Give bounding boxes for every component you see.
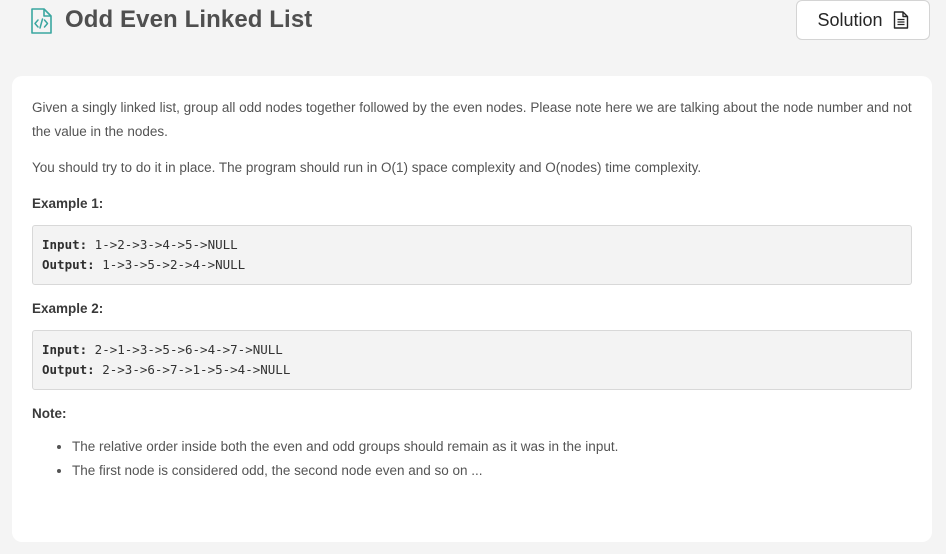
description-paragraph: Given a singly linked list, group all od…: [32, 100, 912, 139]
problem-description-card: Given a singly linked list, group all od…: [12, 76, 932, 542]
input-value: 2->1->3->5->6->4->7->NULL: [87, 342, 283, 357]
note-list: The relative order inside both the even …: [32, 435, 912, 483]
solution-button-label: Solution: [817, 9, 883, 30]
example-output-line: Output: 1->3->5->2->4->NULL: [42, 255, 902, 275]
output-label: Output:: [42, 257, 95, 272]
solution-button[interactable]: Solution: [796, 0, 930, 40]
description-paragraph: You should try to do it in place. The pr…: [32, 160, 702, 175]
example-output-line: Output: 2->3->6->7->1->5->4->NULL: [42, 360, 902, 380]
output-label: Output:: [42, 362, 95, 377]
input-value: 1->2->3->4->5->NULL: [87, 237, 238, 252]
example-heading: Example 1:: [32, 196, 104, 211]
example-input-line: Input: 1->2->3->4->5->NULL: [42, 235, 902, 255]
output-value: 2->3->6->7->1->5->4->NULL: [94, 362, 291, 377]
code-file-icon: [31, 8, 52, 34]
example-input-line: Input: 2->1->3->5->6->4->7->NULL: [42, 340, 902, 360]
page-title: Odd Even Linked List: [65, 6, 313, 33]
example-heading: Example 2:: [32, 301, 104, 316]
note-heading: Note:: [32, 406, 67, 421]
note-item: The first node is considered odd, the se…: [72, 459, 912, 483]
example-code-block: Input: 2->1->3->5->6->4->7->NULL Output:…: [32, 330, 912, 390]
output-value: 1->3->5->2->4->NULL: [94, 257, 246, 272]
example-code-block: Input: 1->2->3->4->5->NULL Output: 1->3-…: [32, 225, 912, 285]
input-label: Input:: [42, 237, 88, 252]
document-icon: [893, 11, 908, 29]
note-item: The relative order inside both the even …: [72, 435, 912, 459]
input-label: Input:: [42, 342, 88, 357]
problem-header: Odd Even Linked List Solution: [0, 0, 946, 48]
